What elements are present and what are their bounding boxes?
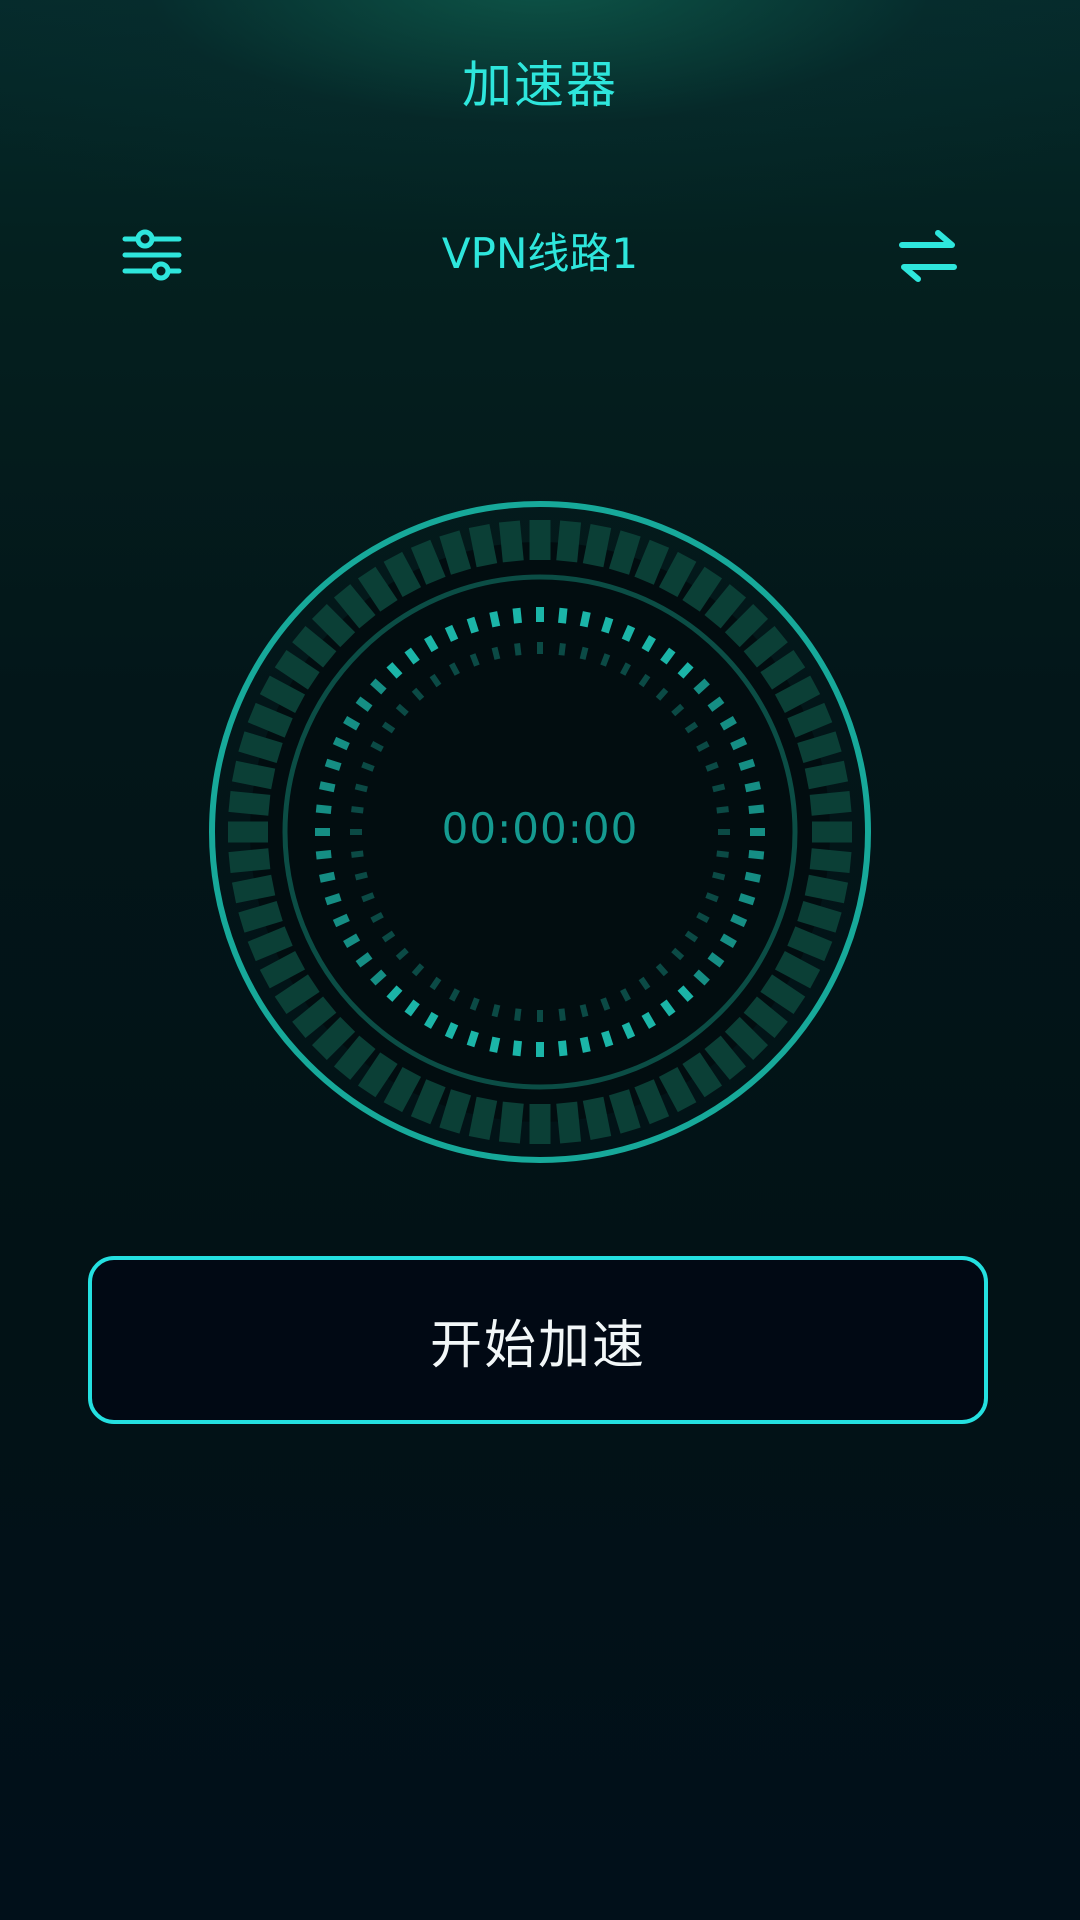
vpn-accelerator-screen: 加速器 VPN线路1 00:00:00 开始加速: [0, 0, 1080, 1920]
connection-timer: 00:00:00: [441, 804, 639, 853]
page-title: 加速器: [462, 56, 618, 114]
start-acceleration-button[interactable]: 开始加速: [88, 1256, 988, 1424]
swap-arrows-icon[interactable]: [893, 220, 963, 290]
line-toolbar: VPN线路1: [0, 210, 1080, 290]
start-acceleration-label: 开始加速: [429, 1315, 646, 1376]
speed-gauge: 00:00:00: [205, 497, 875, 1167]
sliders-icon[interactable]: [118, 220, 188, 290]
